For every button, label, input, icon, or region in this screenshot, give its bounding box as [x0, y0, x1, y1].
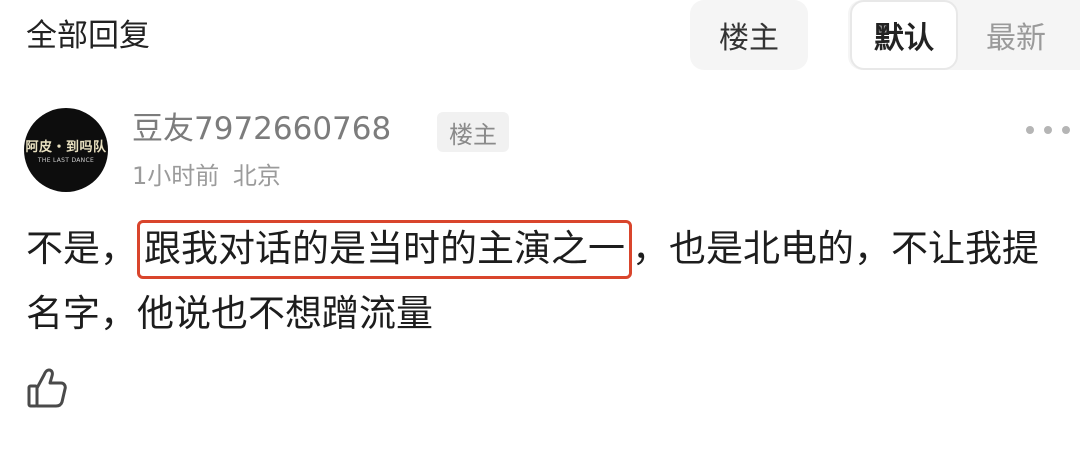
comment-body: 不是， 跟我对话的是当时的主演之一 ，也是北电的，不让我提名字，他说也不想蹭流量: [26, 216, 1070, 346]
filter-poster-button[interactable]: 楼主: [690, 0, 808, 70]
comment-location: 北京: [232, 162, 281, 190]
sort-default-button[interactable]: 默认: [850, 0, 958, 70]
avatar-logo-subtext: THE LAST DANCE: [37, 157, 95, 164]
comment-text-before: 不是，: [26, 227, 137, 270]
more-icon[interactable]: [1026, 118, 1070, 142]
more-dot: [1062, 126, 1070, 134]
more-dot: [1026, 126, 1034, 134]
section-title: 全部回复: [26, 18, 150, 54]
comment-meta: 1小时前 北京: [132, 158, 281, 194]
avatar[interactable]: 阿皮・到吗队 THE LAST DANCE: [24, 108, 108, 192]
thumbs-up-icon[interactable]: [26, 366, 68, 410]
comment-thread-page: 全部回复 楼主 默认 最新 阿皮・到吗队 THE LAST DANCE 豆友79…: [0, 0, 1080, 463]
username-link[interactable]: 豆友7972660768: [132, 108, 391, 150]
sort-latest-button[interactable]: 最新: [966, 0, 1066, 70]
avatar-logo-text: 阿皮・到吗队: [25, 139, 107, 154]
comment-time: 1小时前: [132, 162, 220, 190]
poster-badge: 楼主: [437, 112, 509, 152]
highlighted-phrase: 跟我对话的是当时的主演之一: [137, 220, 632, 279]
more-dot: [1044, 126, 1052, 134]
